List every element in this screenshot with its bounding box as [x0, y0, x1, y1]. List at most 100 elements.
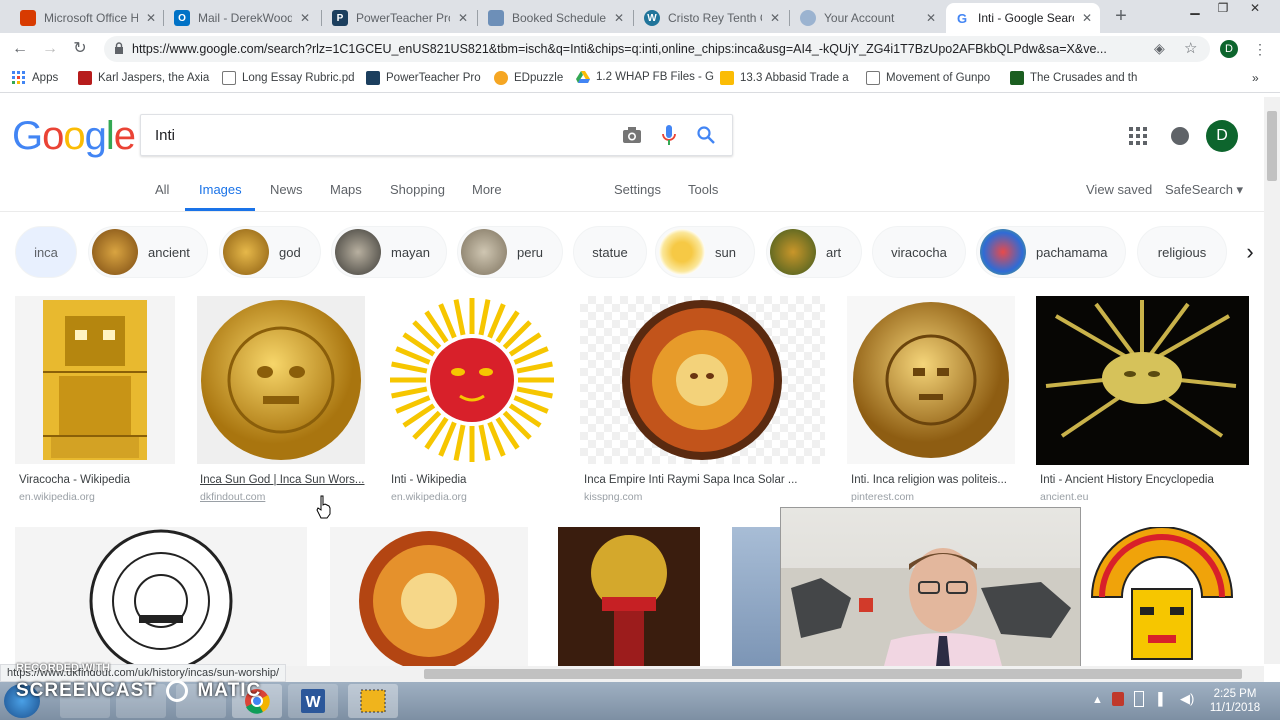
- vertical-scrollbar[interactable]: [1264, 97, 1280, 664]
- notifications-icon[interactable]: [1171, 127, 1189, 145]
- tools-link[interactable]: Tools: [688, 182, 718, 197]
- tray-icon[interactable]: [1112, 692, 1124, 706]
- bookmark-abbasid-trade[interactable]: 13.3 Abbasid Trade a: [720, 71, 849, 85]
- result-domain[interactable]: pinterest.com: [851, 491, 914, 503]
- close-icon[interactable]: ✕: [300, 11, 310, 25]
- tab-powerteacher[interactable]: P PowerTeacher Pro ✕: [324, 3, 476, 33]
- result-title[interactable]: Inti - Wikipedia: [391, 474, 556, 486]
- back-icon[interactable]: ←: [10, 39, 30, 59]
- result-title[interactable]: Inca Empire Inti Raymi Sapa Inca Solar .…: [584, 474, 824, 486]
- chip-statue[interactable]: statue: [573, 226, 647, 278]
- image-result[interactable]: [732, 527, 782, 667]
- result-thumbnail[interactable]: [1036, 296, 1249, 465]
- result-thumbnail[interactable]: [847, 296, 1015, 464]
- bookmark-whap-files[interactable]: 1.2 WHAP FB Files - G: [576, 71, 714, 83]
- result-thumbnail[interactable]: [732, 527, 782, 667]
- bookmark-karl-jaspers[interactable]: Karl Jaspers, the Axia: [78, 71, 209, 85]
- image-result[interactable]: [330, 527, 528, 667]
- maximize-icon[interactable]: ❐: [1208, 0, 1238, 18]
- camera-icon[interactable]: [622, 126, 642, 144]
- tab-news[interactable]: News: [270, 182, 303, 197]
- result-title[interactable]: Inca Sun God | Inca Sun Wors...: [200, 474, 365, 486]
- tab-account[interactable]: Your Account ✕: [792, 3, 944, 33]
- network-icon[interactable]: ▐: [1154, 692, 1163, 706]
- account-avatar[interactable]: D: [1206, 120, 1238, 152]
- close-icon[interactable]: ✕: [926, 11, 936, 25]
- chip-inca[interactable]: inca: [15, 226, 77, 278]
- tab-mail[interactable]: O Mail - DerekWood ✕: [166, 3, 318, 33]
- tab-office[interactable]: Microsoft Office Ho ✕: [12, 3, 164, 33]
- star-icon[interactable]: ☆: [1184, 39, 1197, 57]
- close-icon[interactable]: ✕: [458, 11, 468, 25]
- chip-religious[interactable]: religious: [1137, 226, 1227, 278]
- reload-icon[interactable]: ↻: [70, 39, 90, 59]
- result-thumbnail[interactable]: [15, 296, 175, 464]
- bookmark-powerteacher[interactable]: PowerTeacher Pro: [366, 71, 481, 85]
- show-hidden-icons[interactable]: ▲: [1092, 694, 1103, 706]
- bookmark-edpuzzle[interactable]: EDpuzzle: [494, 71, 563, 85]
- forward-icon[interactable]: →: [40, 39, 60, 59]
- tab-more[interactable]: More: [472, 182, 502, 197]
- result-title[interactable]: Inti. Inca religion was politeis...: [851, 474, 1013, 486]
- scrollbar-thumb[interactable]: [1267, 111, 1277, 181]
- minimize-icon[interactable]: ▁: [1180, 0, 1210, 18]
- image-result[interactable]: [558, 527, 700, 667]
- more-bookmarks-icon[interactable]: »: [1252, 71, 1259, 85]
- tab-images[interactable]: Images: [199, 182, 242, 197]
- tab-shopping[interactable]: Shopping: [390, 182, 445, 197]
- microphone-icon[interactable]: [662, 125, 676, 147]
- tab-all[interactable]: All: [155, 182, 169, 197]
- image-result[interactable]: [15, 527, 307, 667]
- view-saved-link[interactable]: View saved: [1086, 182, 1152, 197]
- tab-inti-search[interactable]: G Inti - Google Searc ✕: [946, 3, 1100, 33]
- volume-icon[interactable]: ◀): [1180, 691, 1194, 707]
- new-tab-button[interactable]: +: [1109, 5, 1133, 29]
- result-domain[interactable]: kisspng.com: [584, 491, 642, 503]
- window-close-icon[interactable]: ✕: [1240, 0, 1270, 18]
- image-result[interactable]: Inca Sun God | Inca Sun Wors... dkfindou…: [197, 296, 367, 506]
- address-bar[interactable]: https://www.google.com/search?rlz=1C1GCE…: [104, 36, 1210, 62]
- profile-avatar[interactable]: D: [1220, 40, 1238, 58]
- image-result[interactable]: Viracocha - Wikipedia en.wikipedia.org: [15, 296, 175, 506]
- result-domain[interactable]: en.wikipedia.org: [19, 491, 95, 503]
- safesearch-dropdown[interactable]: SafeSearch ▾: [1165, 182, 1243, 198]
- result-thumbnail[interactable]: [15, 527, 307, 667]
- bookmark-apps[interactable]: Apps: [12, 71, 58, 85]
- chip-mayan[interactable]: mayan: [331, 226, 447, 278]
- chip-pachamama[interactable]: pachamama: [976, 226, 1126, 278]
- chip-peru[interactable]: peru: [457, 226, 563, 278]
- close-icon[interactable]: ✕: [770, 11, 780, 25]
- close-icon[interactable]: ✕: [1082, 11, 1092, 25]
- chip-sun[interactable]: sun: [655, 226, 755, 278]
- install-icon[interactable]: ◈: [1154, 40, 1165, 57]
- chip-viracocha[interactable]: viracocha: [872, 226, 966, 278]
- result-thumbnail[interactable]: [197, 296, 365, 464]
- bookmark-gunpowder[interactable]: Movement of Gunpo: [866, 71, 990, 85]
- result-domain[interactable]: ancient.eu: [1040, 491, 1088, 503]
- search-input[interactable]: Inti: [140, 114, 733, 156]
- scrollbar-thumb[interactable]: [424, 669, 1242, 679]
- bookmark-essay-rubric[interactable]: Long Essay Rubric.pd: [222, 71, 355, 85]
- image-result[interactable]: Inti - Ancient History Encyclopedia anci…: [1036, 296, 1250, 506]
- image-result[interactable]: Inti. Inca religion was politeis... pint…: [847, 296, 1017, 506]
- image-result[interactable]: [1082, 527, 1250, 667]
- screencast-icon[interactable]: [348, 684, 398, 718]
- settings-link[interactable]: Settings: [614, 182, 661, 197]
- chip-ancient[interactable]: ancient: [88, 226, 208, 278]
- system-clock[interactable]: 2:25 PM 11/1/2018: [1200, 687, 1270, 715]
- image-result[interactable]: Inca Empire Inti Raymi Sapa Inca Solar .…: [580, 296, 825, 506]
- battery-icon[interactable]: [1134, 691, 1144, 707]
- result-domain[interactable]: dkfindout.com: [200, 491, 265, 503]
- result-title[interactable]: Inti - Ancient History Encyclopedia: [1040, 474, 1250, 486]
- result-thumbnail[interactable]: [580, 296, 825, 464]
- result-thumbnail[interactable]: [1082, 527, 1250, 667]
- google-apps-icon[interactable]: [1129, 127, 1147, 145]
- close-icon[interactable]: ✕: [614, 11, 624, 25]
- bookmark-crusades[interactable]: The Crusades and th: [1010, 71, 1137, 85]
- tab-booked[interactable]: Booked Scheduler ✕: [480, 3, 632, 33]
- result-title[interactable]: Viracocha - Wikipedia: [19, 474, 177, 486]
- search-icon[interactable]: [697, 126, 715, 144]
- menu-icon[interactable]: ⋮: [1250, 39, 1270, 59]
- chip-art[interactable]: art: [766, 226, 862, 278]
- tab-maps[interactable]: Maps: [330, 182, 362, 197]
